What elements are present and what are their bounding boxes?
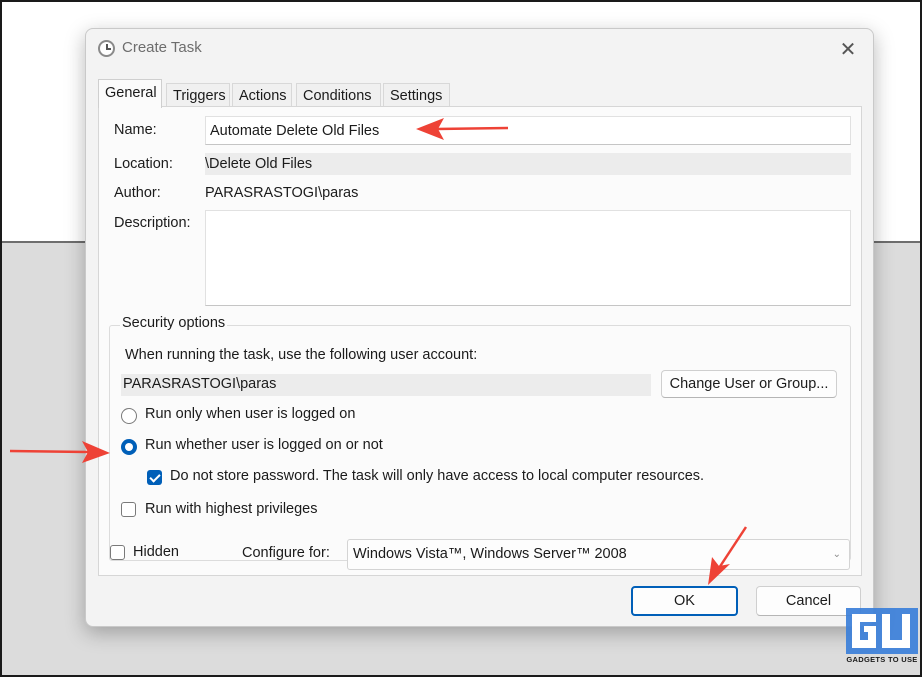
security-options-title: Security options [120, 315, 228, 331]
author-value: PARASRASTOGI\paras [205, 185, 359, 201]
hidden-checkbox[interactable] [110, 545, 125, 560]
window-title: Create Task [122, 39, 202, 56]
tab-general[interactable]: General [98, 79, 162, 108]
tab-actions[interactable]: Actions [232, 83, 292, 107]
configure-for-label: Configure for: [242, 545, 330, 561]
chevron-down-icon: ⌄ [832, 549, 841, 560]
tab-triggers[interactable]: Triggers [166, 83, 230, 107]
change-user-or-group-button[interactable]: Change User or Group... [661, 370, 837, 398]
general-tab-panel: Name: Automate Delete Old Files Location… [98, 106, 862, 576]
annotation-arrow-ok-icon [708, 526, 748, 585]
gadgets-to-use-logo-icon [846, 608, 918, 654]
do-not-store-password-label[interactable]: Do not store password. The task will onl… [170, 468, 704, 484]
author-label: Author: [114, 185, 161, 201]
gadgets-to-use-watermark: GADGETS TO USE [846, 608, 918, 672]
tab-settings[interactable]: Settings [383, 83, 450, 107]
annotation-arrow-run-whether-icon [9, 441, 110, 463]
title-bar: Create Task ✕ [86, 29, 873, 69]
run-whether-logged-on-label[interactable]: Run whether user is logged on or not [145, 437, 383, 453]
location-value: \Delete Old Files [205, 153, 851, 175]
task-scheduler-clock-icon [98, 40, 115, 57]
ok-button[interactable]: OK [631, 586, 738, 616]
run-with-highest-privileges-label[interactable]: Run with highest privileges [145, 501, 317, 517]
location-label: Location: [114, 156, 173, 172]
close-button[interactable]: ✕ [833, 35, 863, 63]
configure-for-dropdown[interactable]: Windows Vista™, Windows Server™ 2008 ⌄ [347, 539, 850, 570]
description-label: Description: [114, 215, 191, 231]
run-only-logged-on-radio[interactable] [121, 408, 137, 424]
run-whether-logged-on-radio[interactable] [121, 439, 137, 455]
do-not-store-password-checkbox[interactable] [147, 470, 162, 485]
account-prompt: When running the task, use the following… [125, 347, 478, 363]
configure-for-value: Windows Vista™, Windows Server™ 2008 [353, 546, 627, 562]
name-label: Name: [114, 122, 157, 138]
name-input[interactable]: Automate Delete Old Files [205, 116, 851, 145]
run-only-logged-on-label[interactable]: Run only when user is logged on [145, 406, 355, 422]
annotation-arrow-name-icon [416, 118, 509, 140]
hidden-label[interactable]: Hidden [133, 544, 179, 560]
description-field[interactable] [205, 210, 851, 306]
watermark-text: GADGETS TO USE [846, 655, 918, 664]
run-with-highest-privileges-checkbox[interactable] [121, 502, 136, 517]
user-account-value: PARASRASTOGI\paras [121, 374, 651, 396]
tab-conditions[interactable]: Conditions [296, 83, 381, 107]
